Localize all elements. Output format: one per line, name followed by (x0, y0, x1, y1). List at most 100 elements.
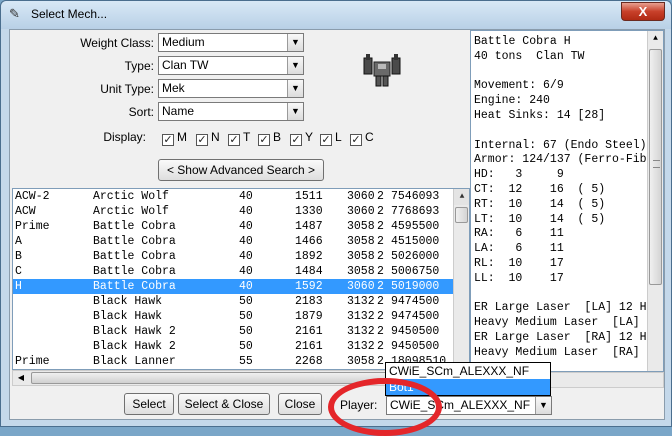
cell-model: ACW (15, 205, 36, 218)
weight-class-select[interactable]: Medium ▼ (158, 33, 304, 52)
cell-year: 3132 (347, 295, 375, 308)
cell-cost: 5019000 (391, 280, 440, 293)
display-checkbox-l[interactable]: ✓ L (320, 130, 342, 146)
title-bar[interactable]: ✎ Select Mech... X (1, 1, 671, 29)
checkbox-check-icon: ✓ (290, 134, 302, 146)
cell-model: ACW-2 (15, 190, 50, 203)
cell-name: Black Hawk (93, 295, 163, 308)
cell-bv: 1511 (295, 190, 323, 203)
cell-bv: 1487 (295, 220, 323, 233)
cell-tons: 50 (239, 325, 253, 338)
cell-name: Battle Cobra (93, 250, 176, 263)
table-row[interactable]: ACW Arctic Wolf 40 1330 3060 2 7768693 (13, 204, 453, 219)
table-row[interactable]: B Battle Cobra 40 1892 3058 2 5026000 (13, 249, 453, 264)
scroll-thumb[interactable] (455, 207, 468, 223)
checkbox-check-icon: ✓ (196, 134, 208, 146)
cell-model: H (15, 280, 22, 293)
unit-type-select[interactable]: Mek ▼ (158, 79, 304, 98)
cell-year: 3060 (347, 190, 375, 203)
detail-line: Engine: 240 (474, 94, 550, 108)
detail-line: Heavy Medium Laser [RA] 7 (474, 345, 654, 359)
cell-level: 2 (377, 205, 384, 218)
cell-tons: 40 (239, 265, 253, 278)
detail-line: LA: 6 11 (474, 242, 564, 256)
chevron-down-icon[interactable]: ▼ (287, 80, 303, 97)
mech-preview-icon (363, 54, 401, 87)
scroll-thumb[interactable] (649, 49, 662, 285)
type-select[interactable]: Clan TW ▼ (158, 56, 304, 75)
table-row[interactable]: Black Hawk 2 50 2161 3132 2 9450500 (13, 324, 453, 339)
table-row[interactable]: Black Hawk 50 1879 3132 2 9474500 (13, 309, 453, 324)
cell-tons: 50 (239, 310, 253, 323)
cell-year: 3058 (347, 235, 375, 248)
cell-model: B (15, 250, 22, 263)
table-row-selected[interactable]: H Battle Cobra 40 1592 3060 2 5019000 (13, 279, 453, 294)
chevron-down-icon[interactable]: ▼ (287, 103, 303, 120)
detail-line: 40 tons Clan TW (474, 49, 585, 63)
sort-select[interactable]: Name ▼ (158, 102, 304, 121)
display-checkbox-c[interactable]: ✓ C (350, 130, 374, 146)
detail-line: Heat Sinks: 14 [28] (474, 109, 606, 122)
chevron-down-icon[interactable]: ▼ (287, 57, 303, 74)
cell-tons: 40 (239, 250, 253, 263)
chevron-down-icon[interactable]: ▼ (287, 34, 303, 51)
show-advanced-search-button[interactable]: < Show Advanced Search > (158, 159, 324, 181)
table-row[interactable]: C Battle Cobra 40 1484 3058 2 5006750 (13, 264, 453, 279)
checkbox-label: T (243, 130, 251, 144)
cell-tons: 50 (239, 295, 253, 308)
display-checkbox-m[interactable]: ✓ M (162, 130, 187, 146)
select-close-button[interactable]: Select & Close (178, 393, 270, 415)
cell-bv: 1879 (295, 310, 323, 323)
detail-line: ER Large Laser [RA] 12 Heat (474, 331, 664, 344)
table-row[interactable]: Black Hawk 50 2183 3132 2 9474500 (13, 294, 453, 309)
scroll-left-icon[interactable]: ◀ (13, 371, 29, 385)
cell-year: 3060 (347, 280, 375, 293)
chevron-down-icon[interactable]: ▼ (535, 397, 551, 414)
cell-level: 2 (377, 235, 384, 248)
unit-type-value: Mek (162, 81, 185, 95)
checkbox-label: B (273, 130, 282, 144)
detail-line: LL: 10 17 (474, 271, 564, 285)
scroll-up-icon[interactable]: ▲ (648, 31, 663, 47)
detail-line: RL: 10 17 (474, 257, 564, 270)
detail-line: LT: 10 14 ( 5) (474, 212, 606, 226)
cell-level: 2 (377, 250, 384, 263)
cell-cost: 4515000 (391, 235, 440, 248)
unit-details-panel: Battle Cobra H 40 tons Clan TW Movement: 6… (470, 30, 664, 372)
scroll-up-icon[interactable]: ▲ (454, 189, 469, 205)
weight-class-value: Medium (162, 35, 205, 49)
cell-level: 2 (377, 340, 384, 353)
cell-level: 2 (377, 310, 384, 323)
player-option[interactable]: CWiE_SCm_ALEXXX_NF (386, 363, 550, 379)
close-button[interactable]: Close (278, 393, 322, 415)
cell-tons: 40 (239, 205, 253, 218)
cell-name: Black Hawk 2 (93, 340, 176, 353)
checkbox-check-icon: ✓ (320, 134, 332, 146)
display-checkbox-y[interactable]: ✓ Y (290, 130, 313, 146)
cell-name: Black Lanner (93, 355, 176, 368)
cell-bv: 2161 (295, 325, 323, 338)
display-checkbox-t[interactable]: ✓ T (228, 130, 250, 146)
detail-line: ER Large Laser [LA] 12 Heat (474, 301, 664, 315)
checkbox-label: M (177, 130, 187, 144)
detail-line: Heavy Medium Laser [LA] 7 (474, 316, 654, 330)
unit-list-vertical-scrollbar[interactable]: ▲ (453, 189, 469, 369)
cell-model: C (15, 265, 22, 278)
table-row[interactable]: Prime Battle Cobra 40 1487 3058 2 4595500 (13, 219, 453, 234)
unit-list[interactable]: ACW-2 Arctic Wolf 40 1511 3060 2 7546093 ACW Arc… (12, 188, 470, 370)
display-checkbox-b[interactable]: ✓ B (258, 130, 281, 146)
checkbox-label: C (365, 130, 374, 144)
table-row[interactable]: Black Hawk 2 50 2161 3132 2 9450500 (13, 339, 453, 354)
cell-level: 2 (377, 355, 384, 368)
display-checkbox-n[interactable]: ✓ N (196, 130, 220, 146)
cell-model: Prime (15, 220, 50, 233)
detail-line: Armor: 124/137 (Ferro-Fibrous) (474, 153, 664, 167)
table-row[interactable]: A Battle Cobra 40 1466 3058 2 4515000 (13, 234, 453, 249)
select-mech-window: ✎ Select Mech... X Weight Class: Medium … (0, 0, 672, 436)
table-row[interactable]: ACW-2 Arctic Wolf 40 1511 3060 2 7546093 (13, 189, 453, 204)
cell-cost: 9474500 (391, 310, 440, 323)
select-button[interactable]: Select (124, 393, 174, 415)
window-close-button[interactable]: X (621, 2, 665, 21)
sort-label: Sort: (128, 105, 154, 119)
details-vertical-scrollbar[interactable]: ▲ (647, 31, 663, 371)
